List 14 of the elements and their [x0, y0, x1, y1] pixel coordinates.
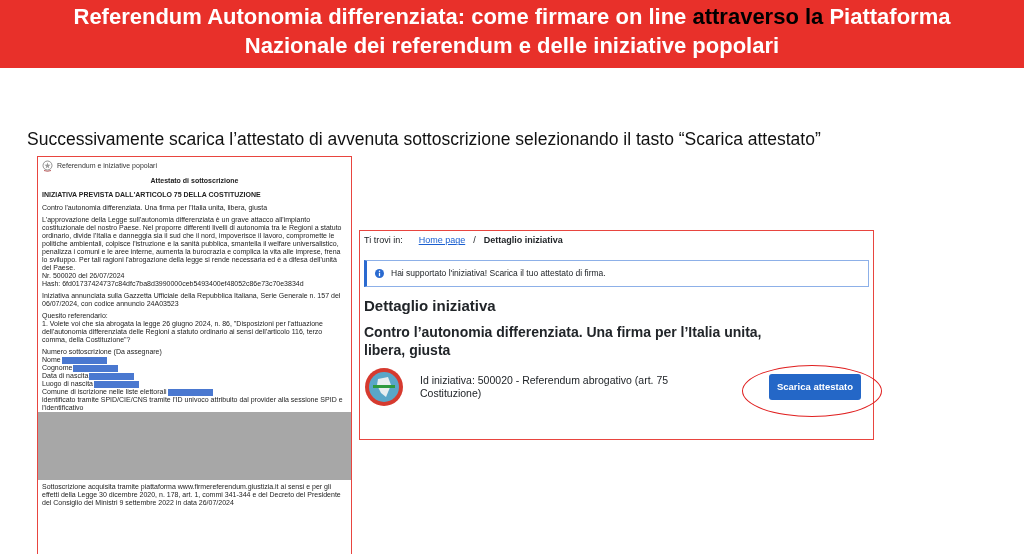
initiative-logo: [364, 367, 404, 407]
initiative-title: Contro l’autonomia differenziata. Una firma per l’Italia unita, libera, giusta: [364, 323, 763, 359]
download-certificate-button[interactable]: Scarica attestato: [768, 373, 861, 401]
initiative-id: Id iniziativa: 500020 - Referendum abrogativo (art. 75 Costituzione): [420, 374, 670, 400]
emblem-icon: [42, 160, 53, 173]
page-heading: Dettaglio iniziativa: [364, 295, 497, 316]
alert-text: Hai supportato l'iniziativa! Scarica il tuo attestato di firma.: [391, 266, 606, 280]
slide-title: Referendum Autonomia differenziata: come firmare on line attraverso la Piattaforma Nazionale dei referendum e delle iniziative popolari: [0, 0, 1024, 68]
breadcrumb-link[interactable]: Home page: [418, 234, 466, 248]
breadcrumb-current: Dettaglio iniziativa: [483, 234, 563, 248]
instruction-text: Successivamente scarica l’attestato di avvenuta sottoscrizione selezionando il tasto “Scarica attestato”: [26, 128, 822, 151]
breadcrumb-prefix: Ti trovi in:: [364, 234, 403, 248]
info-icon: [375, 268, 384, 278]
breadcrumb-separator: /: [473, 234, 476, 248]
